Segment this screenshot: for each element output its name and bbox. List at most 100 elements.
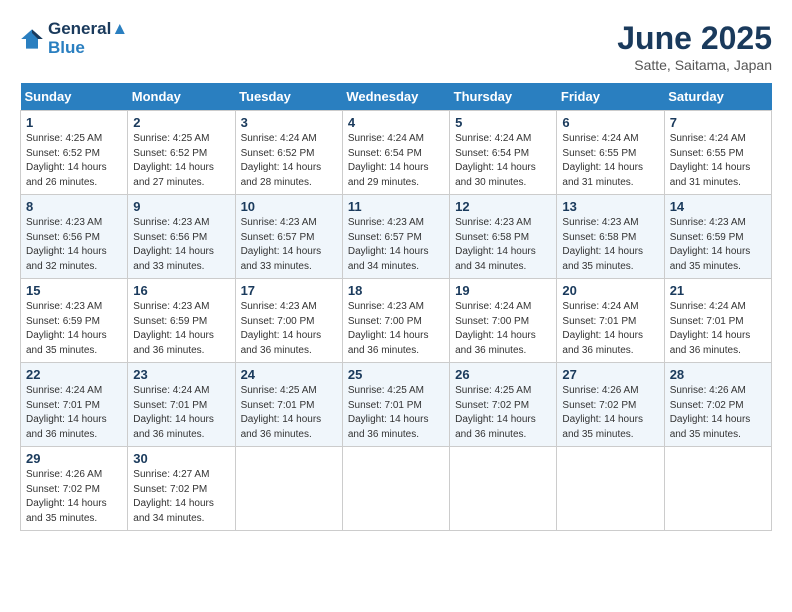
calendar-cell: 25 Sunrise: 4:25 AMSunset: 7:01 PMDaylig… (342, 363, 449, 447)
day-info: Sunrise: 4:24 AMSunset: 6:54 PMDaylight:… (455, 132, 551, 190)
month-title: June 2025 (617, 20, 772, 57)
day-info: Sunrise: 4:25 AMSunset: 7:01 PMDaylight:… (241, 384, 337, 442)
day-number: 29 (26, 451, 122, 466)
calendar-cell: 23 Sunrise: 4:24 AMSunset: 7:01 PMDaylig… (128, 363, 235, 447)
day-info: Sunrise: 4:24 AMSunset: 7:00 PMDaylight:… (455, 300, 551, 358)
calendar-cell: 30 Sunrise: 4:27 AMSunset: 7:02 PMDaylig… (128, 447, 235, 531)
calendar-cell (235, 447, 342, 531)
calendar-cell: 13 Sunrise: 4:23 AMSunset: 6:58 PMDaylig… (557, 195, 664, 279)
day-number: 15 (26, 283, 122, 298)
day-number: 27 (562, 367, 658, 382)
calendar-cell: 12 Sunrise: 4:23 AMSunset: 6:58 PMDaylig… (450, 195, 557, 279)
day-info: Sunrise: 4:25 AMSunset: 6:52 PMDaylight:… (26, 132, 122, 190)
day-number: 8 (26, 199, 122, 214)
calendar-cell: 8 Sunrise: 4:23 AMSunset: 6:56 PMDayligh… (21, 195, 128, 279)
day-number: 6 (562, 115, 658, 130)
day-number: 12 (455, 199, 551, 214)
day-info: Sunrise: 4:25 AMSunset: 7:01 PMDaylight:… (348, 384, 444, 442)
calendar-cell: 21 Sunrise: 4:24 AMSunset: 7:01 PMDaylig… (664, 279, 771, 363)
day-info: Sunrise: 4:26 AMSunset: 7:02 PMDaylight:… (670, 384, 766, 442)
day-info: Sunrise: 4:23 AMSunset: 6:59 PMDaylight:… (670, 216, 766, 274)
day-info: Sunrise: 4:23 AMSunset: 6:57 PMDaylight:… (348, 216, 444, 274)
header-wednesday: Wednesday (342, 83, 449, 111)
day-number: 18 (348, 283, 444, 298)
header-thursday: Thursday (450, 83, 557, 111)
location-subtitle: Satte, Saitama, Japan (617, 57, 772, 73)
day-number: 19 (455, 283, 551, 298)
calendar-cell: 24 Sunrise: 4:25 AMSunset: 7:01 PMDaylig… (235, 363, 342, 447)
calendar-cell (664, 447, 771, 531)
day-info: Sunrise: 4:26 AMSunset: 7:02 PMDaylight:… (562, 384, 658, 442)
day-number: 24 (241, 367, 337, 382)
calendar-header-row: SundayMondayTuesdayWednesdayThursdayFrid… (21, 83, 772, 111)
day-info: Sunrise: 4:24 AMSunset: 7:01 PMDaylight:… (133, 384, 229, 442)
calendar-cell: 17 Sunrise: 4:23 AMSunset: 7:00 PMDaylig… (235, 279, 342, 363)
day-number: 23 (133, 367, 229, 382)
day-info: Sunrise: 4:24 AMSunset: 7:01 PMDaylight:… (562, 300, 658, 358)
calendar-cell: 20 Sunrise: 4:24 AMSunset: 7:01 PMDaylig… (557, 279, 664, 363)
day-number: 9 (133, 199, 229, 214)
day-number: 30 (133, 451, 229, 466)
day-number: 7 (670, 115, 766, 130)
calendar-cell: 29 Sunrise: 4:26 AMSunset: 7:02 PMDaylig… (21, 447, 128, 531)
calendar-cell: 3 Sunrise: 4:24 AMSunset: 6:52 PMDayligh… (235, 111, 342, 195)
page-header: General▲ Blue June 2025 Satte, Saitama, … (20, 20, 772, 73)
day-info: Sunrise: 4:23 AMSunset: 7:00 PMDaylight:… (348, 300, 444, 358)
day-info: Sunrise: 4:26 AMSunset: 7:02 PMDaylight:… (26, 468, 122, 526)
header-monday: Monday (128, 83, 235, 111)
day-info: Sunrise: 4:24 AMSunset: 6:55 PMDaylight:… (670, 132, 766, 190)
calendar-cell: 19 Sunrise: 4:24 AMSunset: 7:00 PMDaylig… (450, 279, 557, 363)
day-info: Sunrise: 4:23 AMSunset: 6:56 PMDaylight:… (26, 216, 122, 274)
calendar-cell: 4 Sunrise: 4:24 AMSunset: 6:54 PMDayligh… (342, 111, 449, 195)
calendar-cell (557, 447, 664, 531)
day-info: Sunrise: 4:24 AMSunset: 7:01 PMDaylight:… (26, 384, 122, 442)
day-info: Sunrise: 4:23 AMSunset: 6:58 PMDaylight:… (455, 216, 551, 274)
header-saturday: Saturday (664, 83, 771, 111)
calendar-cell: 18 Sunrise: 4:23 AMSunset: 7:00 PMDaylig… (342, 279, 449, 363)
calendar-cell (342, 447, 449, 531)
logo-icon (20, 27, 44, 51)
calendar-cell: 27 Sunrise: 4:26 AMSunset: 7:02 PMDaylig… (557, 363, 664, 447)
calendar-cell: 7 Sunrise: 4:24 AMSunset: 6:55 PMDayligh… (664, 111, 771, 195)
day-number: 21 (670, 283, 766, 298)
day-info: Sunrise: 4:23 AMSunset: 6:59 PMDaylight:… (26, 300, 122, 358)
header-sunday: Sunday (21, 83, 128, 111)
day-info: Sunrise: 4:23 AMSunset: 6:57 PMDaylight:… (241, 216, 337, 274)
day-number: 3 (241, 115, 337, 130)
day-number: 16 (133, 283, 229, 298)
day-number: 5 (455, 115, 551, 130)
calendar-cell: 5 Sunrise: 4:24 AMSunset: 6:54 PMDayligh… (450, 111, 557, 195)
day-info: Sunrise: 4:23 AMSunset: 7:00 PMDaylight:… (241, 300, 337, 358)
day-number: 20 (562, 283, 658, 298)
calendar-cell (450, 447, 557, 531)
calendar-table: SundayMondayTuesdayWednesdayThursdayFrid… (20, 83, 772, 531)
day-info: Sunrise: 4:23 AMSunset: 6:56 PMDaylight:… (133, 216, 229, 274)
calendar-cell: 1 Sunrise: 4:25 AMSunset: 6:52 PMDayligh… (21, 111, 128, 195)
day-number: 2 (133, 115, 229, 130)
header-friday: Friday (557, 83, 664, 111)
day-number: 13 (562, 199, 658, 214)
logo-text: General▲ Blue (48, 20, 128, 57)
day-number: 28 (670, 367, 766, 382)
calendar-cell: 14 Sunrise: 4:23 AMSunset: 6:59 PMDaylig… (664, 195, 771, 279)
title-block: June 2025 Satte, Saitama, Japan (617, 20, 772, 73)
day-number: 25 (348, 367, 444, 382)
calendar-cell: 22 Sunrise: 4:24 AMSunset: 7:01 PMDaylig… (21, 363, 128, 447)
day-info: Sunrise: 4:24 AMSunset: 6:52 PMDaylight:… (241, 132, 337, 190)
day-info: Sunrise: 4:23 AMSunset: 6:58 PMDaylight:… (562, 216, 658, 274)
calendar-cell: 16 Sunrise: 4:23 AMSunset: 6:59 PMDaylig… (128, 279, 235, 363)
day-number: 4 (348, 115, 444, 130)
day-number: 22 (26, 367, 122, 382)
page-container: General▲ Blue June 2025 Satte, Saitama, … (20, 20, 772, 531)
calendar-cell: 11 Sunrise: 4:23 AMSunset: 6:57 PMDaylig… (342, 195, 449, 279)
calendar-cell: 15 Sunrise: 4:23 AMSunset: 6:59 PMDaylig… (21, 279, 128, 363)
calendar-cell: 26 Sunrise: 4:25 AMSunset: 7:02 PMDaylig… (450, 363, 557, 447)
calendar-cell: 10 Sunrise: 4:23 AMSunset: 6:57 PMDaylig… (235, 195, 342, 279)
day-info: Sunrise: 4:24 AMSunset: 7:01 PMDaylight:… (670, 300, 766, 358)
day-info: Sunrise: 4:27 AMSunset: 7:02 PMDaylight:… (133, 468, 229, 526)
day-number: 10 (241, 199, 337, 214)
header-tuesday: Tuesday (235, 83, 342, 111)
calendar-cell: 2 Sunrise: 4:25 AMSunset: 6:52 PMDayligh… (128, 111, 235, 195)
day-info: Sunrise: 4:24 AMSunset: 6:54 PMDaylight:… (348, 132, 444, 190)
day-info: Sunrise: 4:23 AMSunset: 6:59 PMDaylight:… (133, 300, 229, 358)
